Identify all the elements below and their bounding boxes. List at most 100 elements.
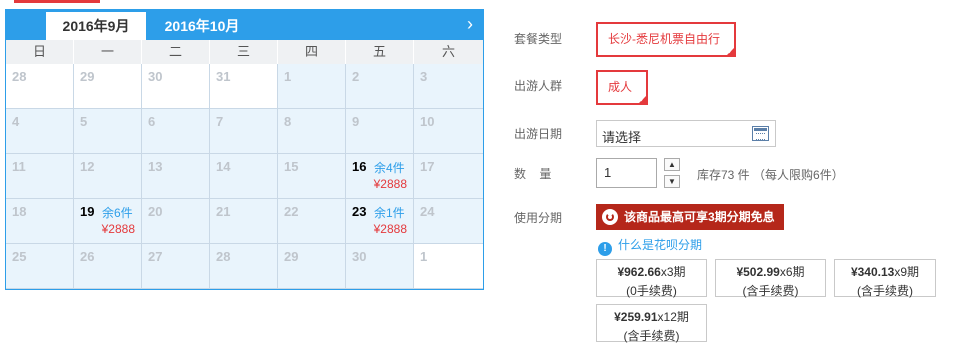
calendar-day: 29 <box>278 244 346 289</box>
calendar-grid: 28 29 30 31 1 2 3 4 5 6 7 8 9 10 11 12 13 14 15 16 余4件 ¥2888 1… <box>6 64 483 289</box>
day-number: 28 <box>216 249 231 264</box>
calendar-day: 14 <box>210 154 278 199</box>
day-price: ¥2888 <box>373 222 407 236</box>
installment-label: 使用分期 <box>514 211 563 225</box>
tab-indicator <box>14 0 100 3</box>
calendar-day-available[interactable]: 23 余1件 ¥2888 <box>346 199 414 244</box>
calendar-day: 15 <box>278 154 346 199</box>
interest-free-badge: 该商品最高可享3期分期免息 <box>596 204 784 230</box>
departure-calendar: 2016年9月 2016年10月 › 日一二三四五六 28 29 30 31 1 2 3 4 5… <box>5 9 484 290</box>
quantity-decrease-button[interactable]: ▼ <box>664 175 680 188</box>
calendar-day: 2 <box>346 64 414 109</box>
next-month-arrow-icon[interactable]: › <box>467 14 473 34</box>
weekday-label: 日 <box>6 40 74 64</box>
package-type-label: 套餐类型 <box>514 32 563 46</box>
installment-help-link[interactable]: ! 什么是花呗分期 <box>598 236 702 256</box>
day-number: 11 <box>12 159 26 174</box>
installment-plan-option[interactable]: ¥259.91x12期 (含手续费) <box>596 304 707 343</box>
day-number: 13 <box>148 159 163 174</box>
day-number: 25 <box>12 249 27 264</box>
weekday-label: 二 <box>142 40 210 64</box>
day-number: 14 <box>216 159 231 174</box>
calendar-day: 11 <box>6 154 74 199</box>
travel-date-label: 出游日期 <box>514 127 563 141</box>
day-number: 2 <box>352 69 360 84</box>
installment-plan-option[interactable]: ¥502.99x6期 (含手续费) <box>715 259 826 298</box>
calendar-day: 10 <box>414 109 483 154</box>
traveler-option-selected[interactable]: 成人 ✓ <box>596 70 648 105</box>
calendar-day: 18 <box>6 199 74 244</box>
quantity-label: 数 量 <box>514 167 552 181</box>
calendar-day: 30 <box>346 244 414 289</box>
calendar-day-available[interactable]: 19 余6件 ¥2888 <box>74 199 142 244</box>
calendar-day: 20 <box>142 199 210 244</box>
plan-fee: (0手续费) <box>626 284 677 298</box>
plan-amount: ¥962.66 <box>617 265 661 279</box>
day-number: 30 <box>148 69 163 84</box>
calendar-icon[interactable] <box>752 126 769 141</box>
calendar-day: 25 <box>6 244 74 289</box>
quantity-input[interactable]: 1 <box>596 158 657 188</box>
calendar-day-available[interactable]: 16 余4件 ¥2888 <box>346 154 414 199</box>
installment-plan-option[interactable]: ¥340.13x9期 (含手续费) <box>834 259 936 298</box>
day-number: 26 <box>80 249 95 264</box>
traveler-group-label: 出游人群 <box>514 79 563 93</box>
weekday-label: 三 <box>210 40 278 64</box>
calendar-day: 4 <box>6 109 74 154</box>
huabei-logo-icon <box>602 209 618 225</box>
plan-fee: (含手续费) <box>742 284 799 298</box>
plan-amount: ¥502.99 <box>736 265 780 279</box>
calendar-day: 26 <box>74 244 142 289</box>
day-stock: 余4件 <box>374 161 405 175</box>
day-number: 29 <box>284 249 299 264</box>
calendar-day: 27 <box>142 244 210 289</box>
plan-fee: (含手续费) <box>857 284 913 298</box>
day-number: 27 <box>148 249 163 264</box>
calendar-day: 5 <box>74 109 142 154</box>
day-number: 29 <box>80 69 95 84</box>
weekday-label: 一 <box>74 40 142 64</box>
day-number: 31 <box>216 69 231 84</box>
day-number: 18 <box>12 204 27 219</box>
package-option-selected[interactable]: 长沙-悉尼机票自由行 ✓ <box>596 22 736 57</box>
plan-term: x6期 <box>779 265 805 279</box>
plan-fee: (含手续费) <box>623 329 680 343</box>
day-number: 5 <box>80 114 88 129</box>
plan-amount-line: ¥962.66x3期 <box>597 263 706 280</box>
traveler-option-label: 成人 <box>608 80 633 94</box>
calendar-day: 17 <box>414 154 483 199</box>
calendar-day: 6 <box>142 109 210 154</box>
weekday-header: 日一二三四五六 <box>6 40 483 64</box>
calendar-day: 7 <box>210 109 278 154</box>
day-number: 30 <box>352 249 367 264</box>
installment-help-text: 什么是花呗分期 <box>618 238 703 252</box>
plan-amount: ¥340.13 <box>850 265 895 279</box>
calendar-day: 30 <box>142 64 210 109</box>
day-number: 6 <box>148 114 156 129</box>
day-number: 16 <box>352 159 367 174</box>
travel-date-value: 请选择 <box>602 130 642 145</box>
quantity-increase-button[interactable]: ▲ <box>664 158 680 171</box>
installment-plan-option[interactable]: ¥962.66x3期 (0手续费) <box>596 259 707 298</box>
check-icon: ✓ <box>727 47 734 56</box>
calendar-day: 12 <box>74 154 142 199</box>
day-number: 22 <box>284 204 299 219</box>
plan-term: x9期 <box>894 265 920 279</box>
plan-amount-line: ¥502.99x6期 <box>716 263 825 280</box>
day-number: 10 <box>420 114 435 129</box>
day-number: 3 <box>420 69 428 84</box>
day-number: 17 <box>420 159 435 174</box>
plan-amount: ¥259.91 <box>614 310 658 324</box>
check-icon: ✓ <box>639 95 646 104</box>
travel-date-picker[interactable]: 请选择 <box>596 120 776 147</box>
stock-info: 库存73 件 （每人限购6件） <box>697 168 844 182</box>
day-number: 1 <box>420 249 428 264</box>
calendar-day: 24 <box>414 199 483 244</box>
plan-amount-line: ¥259.91x12期 <box>597 308 706 325</box>
tab-month-next[interactable]: 2016年10月 <box>152 12 252 40</box>
plan-term: x12期 <box>657 310 689 324</box>
day-stock: 余6件 <box>102 206 133 220</box>
day-number: 24 <box>420 204 435 219</box>
tab-month-current[interactable]: 2016年9月 <box>46 12 146 40</box>
day-price: ¥2888 <box>373 177 407 191</box>
